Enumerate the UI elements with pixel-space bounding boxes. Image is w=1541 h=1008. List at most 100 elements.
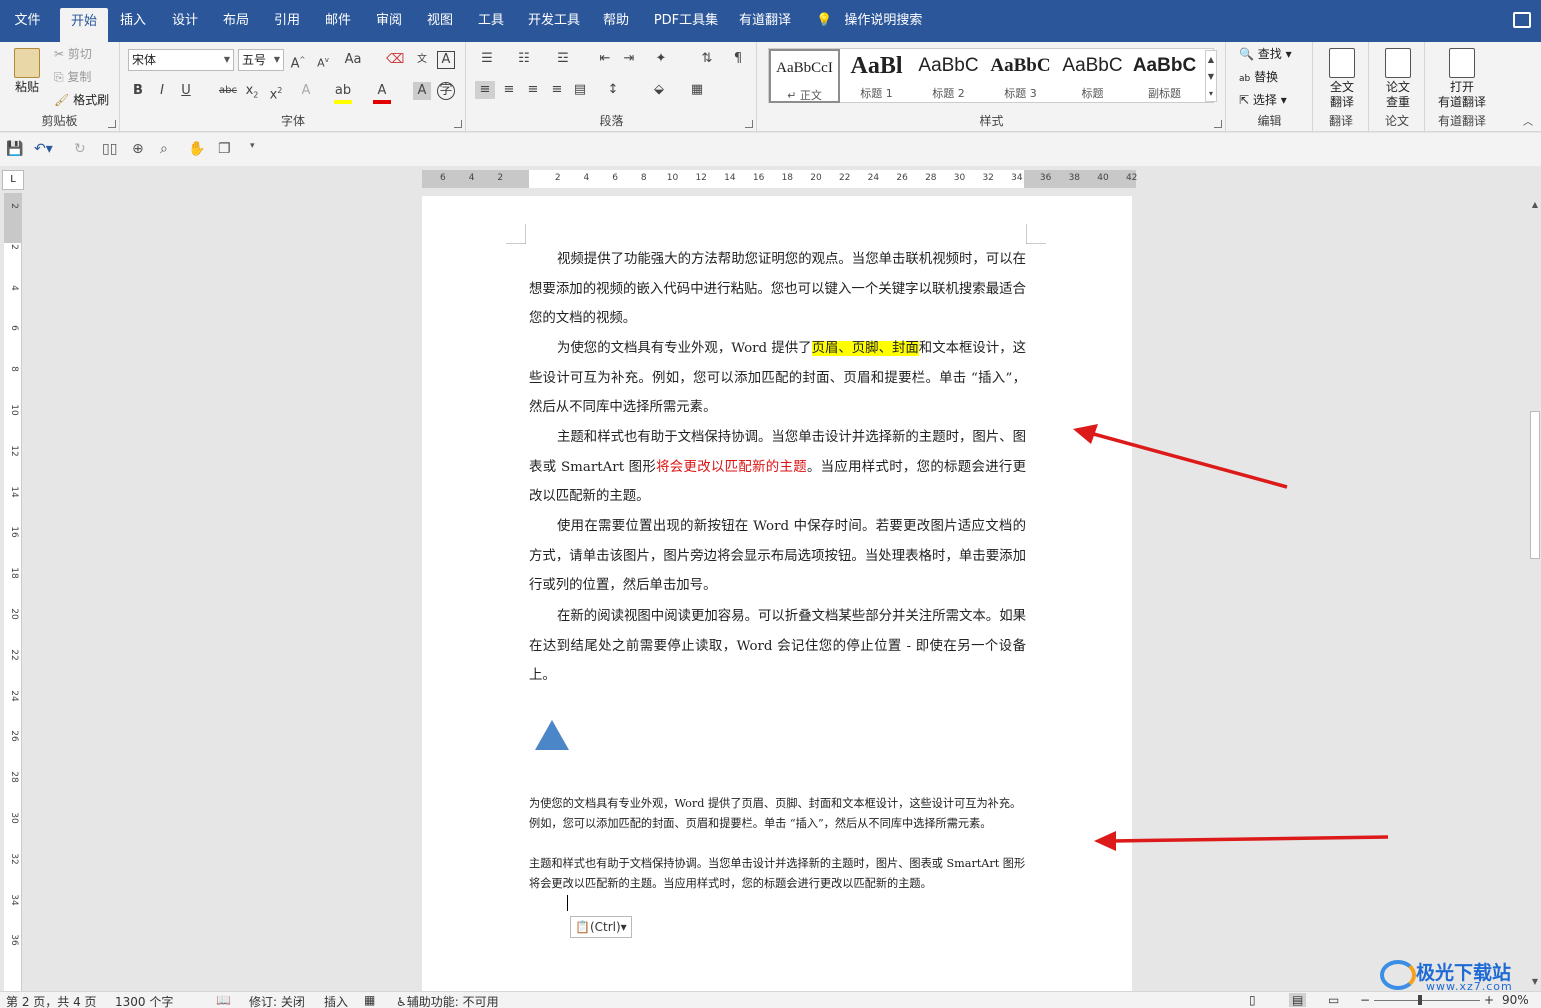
tab-review[interactable]: 审阅 bbox=[369, 0, 409, 42]
horizontal-ruler[interactable]: 6 4 2 2 4 6 8 10 12 14 16 18 20 22 24 26 28 30 32 34 36 38 40 4… bbox=[422, 170, 1137, 188]
tab-home[interactable]: 开始 bbox=[60, 8, 108, 42]
tab-help[interactable]: 帮助 bbox=[596, 0, 636, 42]
italic-icon[interactable]: I bbox=[153, 82, 171, 100]
paragraph-4[interactable]: 使用在需要位置出现的新按钮在 Word 中保存时间。若要更改图片适应文档的方式，… bbox=[529, 512, 1026, 601]
line-spacing-icon[interactable]: ↕ bbox=[601, 81, 625, 99]
zoom-slider-knob[interactable] bbox=[1418, 995, 1422, 1005]
character-border-icon[interactable]: A bbox=[437, 51, 455, 69]
replace-button[interactable]: ab 替换 bbox=[1239, 68, 1278, 85]
sort-icon[interactable]: ⇅ bbox=[697, 50, 717, 68]
increase-indent-icon[interactable]: ⇥ bbox=[619, 50, 639, 68]
format-painter-button[interactable]: 🖌 格式刷 bbox=[54, 91, 109, 108]
style-heading-2[interactable]: AaBbC 标题 2 bbox=[913, 49, 984, 103]
clear-format-icon[interactable]: ⌫ bbox=[386, 51, 404, 69]
window-icon[interactable]: ❐ bbox=[218, 141, 231, 157]
redo-icon[interactable]: ↻ bbox=[74, 141, 86, 157]
highlight-color-icon[interactable]: ab bbox=[334, 82, 352, 104]
word-count[interactable]: 1300 个字 bbox=[115, 993, 173, 1008]
superscript-icon[interactable]: x2 bbox=[267, 82, 285, 104]
save-icon[interactable]: 💾 bbox=[6, 141, 23, 157]
paragraph-3[interactable]: 主题和样式也有助于文档保持协调。当您单击设计并选择新的主题时，图片、图表或 Sm… bbox=[529, 423, 1026, 512]
shading-icon[interactable]: ⬙ bbox=[647, 81, 671, 99]
character-shading-icon[interactable]: A bbox=[413, 82, 431, 100]
justify-icon[interactable]: ≡ bbox=[547, 81, 567, 99]
cut-button[interactable]: ✂ 剪切 bbox=[54, 45, 92, 62]
decrease-indent-icon[interactable]: ⇤ bbox=[595, 50, 615, 68]
bold-icon[interactable]: B bbox=[129, 82, 147, 100]
style-subtitle[interactable]: AaBbC 副标题 bbox=[1129, 49, 1200, 103]
undo-icon[interactable]: ↶▾ bbox=[34, 141, 53, 157]
tab-layout[interactable]: 布局 bbox=[216, 0, 256, 42]
tab-mailings[interactable]: 邮件 bbox=[318, 0, 358, 42]
multilevel-list-icon[interactable]: ☲ bbox=[551, 50, 575, 68]
dialog-launcher-icon[interactable] bbox=[745, 120, 753, 128]
font-name-combo[interactable]: 宋体 ▼ bbox=[128, 49, 234, 71]
bullets-icon[interactable]: ☰ bbox=[475, 50, 499, 68]
customize-qat-icon[interactable]: ▾ bbox=[250, 141, 255, 151]
align-left-icon[interactable]: ≡ bbox=[475, 81, 495, 99]
show-marks-icon[interactable]: ¶ bbox=[729, 50, 747, 68]
styles-scroll-icon[interactable]: ▲ ▼ ▾ bbox=[1205, 50, 1217, 102]
strikethrough-icon[interactable]: abc bbox=[217, 82, 239, 100]
read-mode-view-icon[interactable]: ▯ bbox=[1249, 993, 1256, 1007]
font-size-combo[interactable]: 五号 ▼ bbox=[238, 49, 284, 71]
tab-developer[interactable]: 开发工具 bbox=[524, 0, 584, 42]
style-heading-1[interactable]: AaBl 标题 1 bbox=[841, 49, 912, 103]
paper-check-button[interactable]: 论文 查重 bbox=[1378, 48, 1418, 110]
style-heading-3[interactable]: AaBbC 标题 3 bbox=[985, 49, 1056, 103]
align-right-icon[interactable]: ≡ bbox=[523, 81, 543, 99]
zoom-level[interactable]: 90% bbox=[1502, 993, 1529, 1007]
subscript-icon[interactable]: x2 bbox=[243, 82, 261, 105]
web-layout-view-icon[interactable]: ▭ bbox=[1328, 993, 1339, 1007]
triangle-shape[interactable] bbox=[535, 720, 569, 750]
select-button[interactable]: ⇱ 选择 ▾ bbox=[1239, 91, 1287, 108]
print-layout-view-icon[interactable]: ▤ bbox=[1289, 993, 1307, 1007]
scrollbar-thumb[interactable] bbox=[1530, 411, 1540, 559]
tab-pdf-tools[interactable]: PDF工具集 bbox=[650, 0, 722, 42]
underline-icon[interactable]: U bbox=[177, 82, 195, 100]
vertical-ruler[interactable]: 2 2 4 6 8 10 12 14 16 18 20 22 24 26 28 30 32 34 36 bbox=[4, 193, 22, 993]
dialog-launcher-icon[interactable] bbox=[1214, 120, 1222, 128]
tab-design[interactable]: 设计 bbox=[165, 0, 205, 42]
collapse-ribbon-icon[interactable]: ︿ bbox=[1520, 114, 1536, 132]
web-layout-icon[interactable]: ⊕ bbox=[132, 141, 144, 157]
paste-button[interactable]: 粘贴 bbox=[8, 48, 46, 95]
open-youdao-button[interactable]: 打开 有道翻译 bbox=[1432, 48, 1492, 110]
distributed-icon[interactable]: ▤ bbox=[570, 81, 590, 99]
dialog-launcher-icon[interactable] bbox=[454, 120, 462, 128]
pasted-paragraph-1[interactable]: 为使您的文档具有专业外观，Word 提供了页眉、页脚、封面和文本框设计，这些设计… bbox=[529, 794, 1029, 834]
numbering-icon[interactable]: ☷ bbox=[512, 50, 536, 68]
tab-youdao[interactable]: 有道翻译 bbox=[735, 0, 795, 42]
tab-selector[interactable]: L bbox=[2, 170, 24, 190]
pasted-paragraph-2[interactable]: 主题和样式也有助于文档保持协调。当您单击设计并选择新的主题时，图片、图表或 Sm… bbox=[529, 854, 1029, 894]
font-color-icon[interactable]: A bbox=[373, 82, 391, 104]
track-changes-status[interactable]: 修订: 关闭 bbox=[249, 993, 305, 1008]
print-preview-icon[interactable]: ⌕ bbox=[160, 141, 168, 157]
find-button[interactable]: 🔍 查找 ▾ bbox=[1239, 45, 1292, 62]
tell-me-search[interactable]: 💡 操作说明搜索 bbox=[816, 0, 922, 42]
shrink-font-icon[interactable]: Av bbox=[314, 51, 332, 73]
tab-insert[interactable]: 插入 bbox=[113, 0, 153, 42]
borders-icon[interactable]: ▦ bbox=[685, 81, 709, 99]
vertical-scrollbar[interactable]: ▲ ▼ bbox=[1529, 196, 1541, 991]
style-title[interactable]: AaBbC 标题 bbox=[1057, 49, 1128, 103]
paragraph-1[interactable]: 视频提供了功能强大的方法帮助您证明您的观点。当您单击联机视频时，可以在想要添加的… bbox=[529, 245, 1026, 334]
change-case-button[interactable]: Aa bbox=[341, 51, 365, 69]
page-count[interactable]: 第 2 页，共 4 页 bbox=[6, 993, 97, 1008]
scroll-up-icon[interactable]: ▲ bbox=[1530, 200, 1540, 210]
tab-file[interactable]: 文件 bbox=[5, 0, 50, 42]
align-center-icon[interactable]: ≡ bbox=[499, 81, 519, 99]
zoom-out-icon[interactable]: − bbox=[1360, 993, 1370, 1007]
macro-icon[interactable]: ▦ bbox=[364, 993, 375, 1007]
paragraph-5[interactable]: 在新的阅读视图中阅读更加容易。可以折叠文档某些部分并关注所需文本。如果在达到结尾… bbox=[529, 602, 1026, 691]
tab-tools[interactable]: 工具 bbox=[471, 0, 511, 42]
tab-view[interactable]: 视图 bbox=[420, 0, 460, 42]
copy-button[interactable]: ⎘ 复制 bbox=[54, 68, 91, 85]
comments-icon[interactable] bbox=[1513, 12, 1531, 28]
accessibility-status[interactable]: ♿辅助功能: 不可用 bbox=[396, 993, 499, 1008]
style-normal[interactable]: AaBbCcI ↵ 正文 bbox=[769, 49, 840, 103]
zoom-in-icon[interactable]: + bbox=[1484, 993, 1494, 1007]
chinese-layout-icon[interactable]: ✦ bbox=[649, 50, 673, 68]
tab-references[interactable]: 引用 bbox=[267, 0, 307, 42]
grow-font-icon[interactable]: A^ bbox=[289, 51, 307, 73]
